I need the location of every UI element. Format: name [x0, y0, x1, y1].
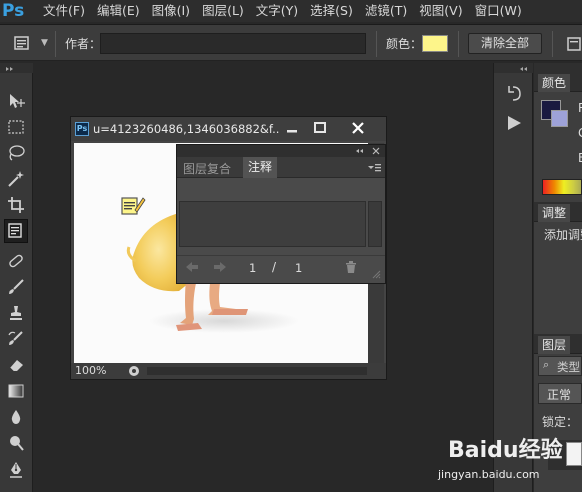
close-button[interactable] — [335, 118, 381, 138]
menu-bar: Ps 文件(F) 编辑(E) 图像(I) 图层(L) 文字(Y) 选择(S) 滤… — [0, 0, 582, 22]
maximize-button[interactable] — [307, 118, 333, 138]
search-icon: ⌕ — [543, 358, 550, 371]
horizontal-scrollbar[interactable] — [147, 367, 367, 375]
author-input[interactable] — [100, 33, 366, 54]
note-index-separator: / — [272, 260, 277, 274]
move-tool-icon[interactable] — [4, 89, 28, 113]
photoshop-logo: Ps — [2, 1, 25, 21]
clone-stamp-tool-icon[interactable] — [4, 301, 28, 325]
menu-image[interactable]: 图像(I) — [149, 0, 199, 22]
panel-toggle-icon[interactable] — [566, 35, 582, 53]
tools-panel — [0, 63, 33, 492]
menu-select[interactable]: 选择(S) — [307, 0, 362, 22]
brush-tool-icon[interactable] — [4, 275, 28, 299]
history-brush-tool-icon[interactable] — [4, 327, 28, 351]
divider — [376, 31, 377, 57]
menu-type[interactable]: 文字(Y) — [253, 0, 307, 22]
tab-layers[interactable]: 图层 — [538, 336, 571, 354]
tab-color[interactable]: 颜色 — [538, 74, 571, 92]
magic-wand-tool-icon[interactable] — [4, 167, 28, 191]
notes-panel-topbar[interactable] — [177, 145, 385, 157]
note-color-swatch[interactable] — [422, 35, 448, 52]
menu-window[interactable]: 窗口(W) — [472, 0, 531, 22]
color-spectrum-bar[interactable] — [542, 179, 582, 195]
photoshop-doc-icon: Ps — [75, 122, 89, 136]
note-tool-icon[interactable] — [12, 35, 34, 53]
crop-tool-icon[interactable] — [4, 193, 28, 217]
lock-label: 锁定： — [542, 415, 579, 429]
divider — [55, 31, 56, 57]
menu-edit[interactable]: 编辑(E) — [94, 0, 149, 22]
gradient-tool-icon[interactable] — [4, 379, 28, 403]
blend-mode-value: 正常 — [547, 388, 572, 402]
notes-panel-footer: 1 / 1 — [177, 255, 385, 279]
next-note-icon[interactable] — [213, 261, 227, 276]
dodge-tool-icon[interactable] — [4, 431, 28, 455]
document-statusbar: 100% — [71, 363, 386, 379]
resize-grip-icon[interactable] — [371, 268, 381, 282]
color-panel-tabs: 颜色 — [534, 72, 582, 92]
minimize-button[interactable] — [279, 118, 305, 138]
notes-panel-tabs: 图层复合 注释 — [177, 157, 385, 178]
tab-layer-comps[interactable]: 图层复合 — [183, 160, 231, 177]
previous-note-icon[interactable] — [185, 261, 199, 276]
divider — [458, 31, 459, 57]
background-color-swatch[interactable] — [551, 110, 568, 127]
layer-filter-label: 类型 — [557, 360, 580, 374]
marquee-tool-icon[interactable] — [4, 115, 28, 139]
baidu-jingyan-logo: Baidu经验 — [448, 438, 563, 463]
status-info-icon[interactable] — [127, 365, 141, 377]
color-label: 颜色： — [386, 37, 423, 51]
menu-view[interactable]: 视图(V) — [416, 0, 471, 22]
color-channel-b: B — [578, 151, 582, 165]
chevron-down-icon[interactable]: ▼ — [41, 38, 48, 48]
color-channel-r: R — [578, 101, 582, 115]
strip-header[interactable] — [494, 63, 533, 73]
options-bar: ▼ 作者： 颜色： 清除全部 — [0, 24, 582, 61]
note-text-area[interactable] — [179, 201, 366, 247]
history-panel-icon[interactable] — [504, 83, 524, 106]
layer-thumbnail — [566, 442, 582, 466]
note-scrollbar[interactable] — [368, 201, 382, 247]
pen-tool-icon[interactable] — [4, 457, 28, 481]
add-adjustment-text: 添加调整 — [544, 228, 582, 242]
notes-panel: 图层复合 注释 1 / 1 — [176, 144, 386, 284]
layer-filter-input[interactable]: ⌕ 类型 — [538, 356, 582, 376]
document-titlebar[interactable]: Ps u=4123260486,1346036882&f... — [71, 117, 386, 141]
collapsed-panels-strip — [493, 63, 533, 492]
note-tool-icon[interactable] — [4, 219, 28, 243]
layers-panel-tabs: 图层 — [534, 334, 582, 354]
tab-notes[interactable]: 注释 — [243, 157, 277, 178]
trash-icon[interactable] — [345, 261, 357, 277]
blur-tool-icon[interactable] — [4, 405, 28, 429]
tools-panel-header[interactable] — [0, 63, 33, 73]
healing-brush-tool-icon[interactable] — [4, 249, 28, 273]
eraser-tool-icon[interactable] — [4, 353, 28, 377]
divider — [552, 31, 553, 57]
blend-mode-select[interactable]: 正常 — [538, 383, 582, 404]
document-title: u=4123260486,1346036882&f... — [93, 122, 279, 136]
total-notes-count: 1 — [295, 261, 303, 275]
baidu-watermark: Baidu经验 jingyan.baidu.com — [438, 432, 568, 488]
adjustments-panel-tabs: 调整 — [534, 202, 582, 222]
tab-adjustments[interactable]: 调整 — [538, 204, 571, 222]
author-label: 作者： — [65, 37, 102, 51]
menu-file[interactable]: 文件(F) — [40, 0, 94, 22]
lasso-tool-icon[interactable] — [4, 141, 28, 165]
color-channel-g: G — [578, 126, 582, 140]
clear-all-button[interactable]: 清除全部 — [468, 33, 542, 54]
current-note-index: 1 — [249, 261, 257, 275]
actions-play-icon[interactable] — [504, 113, 524, 136]
menu-layer[interactable]: 图层(L) — [199, 0, 253, 22]
panel-menu-icon[interactable] — [367, 162, 381, 172]
watermark-url: jingyan.baidu.com — [438, 468, 540, 481]
menu-filter[interactable]: 滤镜(T) — [362, 0, 416, 22]
note-annotation-icon[interactable] — [120, 195, 146, 217]
zoom-level[interactable]: 100% — [75, 364, 106, 377]
